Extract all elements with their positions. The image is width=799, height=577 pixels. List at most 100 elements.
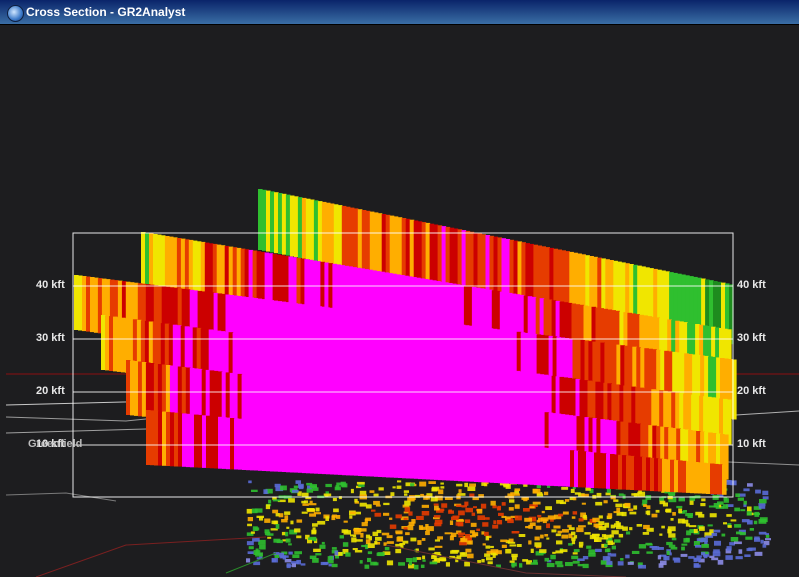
reflectivity-column (149, 363, 155, 418)
ground-cell (665, 508, 672, 513)
ground-cell (331, 547, 337, 550)
ground-cell (367, 543, 375, 548)
ground-cell (464, 561, 470, 567)
ground-cell (559, 501, 567, 505)
ground-cell (681, 546, 685, 551)
ground-cell (683, 538, 690, 543)
ground-cell (570, 488, 575, 493)
ground-cell (758, 519, 767, 524)
window-titlebar[interactable]: Cross Section - GR2Analyst (0, 0, 799, 25)
right-height-label-40: 40 kft (737, 279, 766, 291)
ground-cell (267, 536, 272, 539)
ground-cell (296, 519, 303, 523)
ground-cell (680, 553, 688, 557)
ground-cell (707, 524, 713, 527)
ground-cell (538, 517, 543, 522)
reflectivity-column (330, 427, 335, 475)
reflectivity-column (718, 464, 723, 495)
ground-cell (421, 511, 430, 516)
left-height-label-40: 40 kft (36, 279, 65, 291)
ground-cell (477, 560, 482, 563)
ground-cell (688, 556, 695, 559)
ground-cell (359, 502, 367, 507)
ground-cell (413, 564, 419, 570)
ground-cell (615, 521, 620, 525)
reflectivity-column (278, 422, 283, 472)
reflectivity-column (162, 411, 167, 466)
reflectivity-column (282, 422, 287, 472)
ground-cell (627, 561, 634, 565)
ground-cell (595, 501, 603, 506)
ground-cell (500, 539, 508, 543)
ground-cell (450, 550, 458, 554)
ground-cell (670, 518, 674, 521)
ground-cell (456, 483, 463, 487)
ground-cell (333, 508, 339, 513)
ground-cell (556, 540, 563, 545)
reflectivity-column (310, 425, 315, 474)
reflectivity-column (145, 362, 151, 418)
ground-cell (383, 502, 390, 506)
reflectivity-column (210, 416, 215, 469)
ground-cell (345, 552, 351, 557)
reflectivity-column (204, 242, 210, 300)
ground-cell (492, 524, 499, 529)
ground-cell (288, 498, 295, 503)
ground-cell (247, 523, 252, 527)
ground-cell (584, 532, 591, 535)
ground-cell (410, 537, 417, 542)
ground-cell (467, 486, 476, 491)
reflectivity-column (449, 227, 455, 289)
ground-cell (555, 561, 563, 565)
reflectivity-column (493, 236, 499, 298)
cross-section-view[interactable]: 40 kft 30 kft 20 kft 10 kft 40 kft 30 kf… (6, 25, 799, 577)
ground-cell (492, 505, 497, 509)
reflectivity-column (402, 434, 407, 479)
reflectivity-column (397, 217, 403, 278)
ground-cell (610, 524, 615, 529)
ground-cell (254, 508, 263, 513)
ground-cell (272, 509, 279, 514)
reflectivity-column (141, 232, 146, 290)
ground-cell (659, 500, 666, 505)
ground-cell (511, 531, 520, 534)
reflectivity-column (298, 424, 303, 473)
reflectivity-column (430, 436, 435, 480)
ground-cell (721, 533, 726, 537)
ground-cell (281, 519, 288, 523)
reflectivity-column (194, 414, 199, 468)
reflectivity-column (385, 214, 391, 276)
ground-cell (381, 532, 390, 536)
app-icon (7, 5, 24, 22)
reflectivity-column (82, 276, 87, 332)
ground-cell (659, 533, 663, 536)
ground-cell (681, 543, 688, 546)
ground-cell (302, 503, 309, 506)
ground-cell (389, 524, 397, 529)
ground-cell (555, 533, 561, 537)
ground-cell (390, 492, 395, 496)
ground-cell (323, 493, 332, 497)
ground-cell (636, 524, 643, 527)
reflectivity-column (594, 452, 599, 489)
reflectivity-column (534, 446, 539, 486)
ground-cell (271, 559, 276, 563)
ground-cell (358, 528, 367, 532)
ground-cell (611, 545, 616, 550)
ground-cell (417, 540, 422, 545)
ground-cell (754, 551, 763, 556)
reflectivity-column (294, 424, 299, 473)
ground-cell (383, 512, 390, 516)
right-height-label-30: 30 kft (737, 332, 766, 344)
reflectivity-column (306, 425, 311, 474)
ground-cell (286, 564, 292, 567)
ground-cell (265, 504, 271, 510)
ground-cell (558, 513, 564, 517)
ground-cell (713, 549, 720, 553)
reflectivity-column (478, 441, 483, 483)
ground-cell (646, 551, 653, 554)
ground-cell (509, 499, 515, 503)
ground-cell (437, 536, 443, 540)
ground-cell (668, 533, 676, 538)
reflectivity-column (226, 417, 231, 470)
